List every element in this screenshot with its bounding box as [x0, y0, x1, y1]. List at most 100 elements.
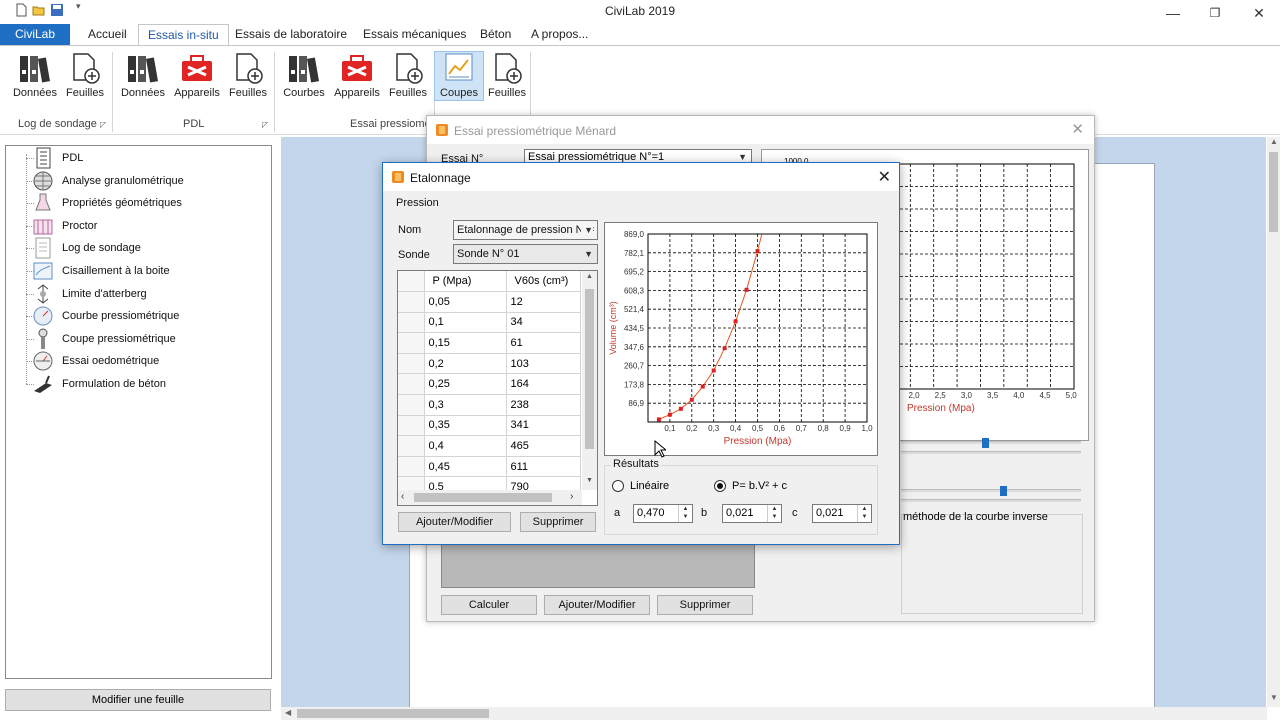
ajouter-modifier-back-button[interactable]: Ajouter/Modifier — [544, 595, 650, 615]
cell-pressure[interactable]: 0,2 — [424, 353, 507, 375]
cell-volume[interactable]: 341 — [506, 415, 581, 437]
tree-item[interactable]: Courbe pressiométrique — [26, 305, 179, 327]
ribbon-feuilles-coupes-button[interactable]: Feuilles — [482, 52, 532, 99]
row-header[interactable] — [398, 373, 425, 396]
scroll-left-icon[interactable]: ◀ — [285, 708, 291, 717]
b-spinner[interactable]: 0,021 ▲ ▼ — [722, 504, 782, 523]
tree-item[interactable]: Log de sondage — [26, 237, 141, 259]
tab-essais-mecaniques[interactable]: Essais mécaniques — [354, 24, 475, 46]
cell-volume[interactable]: 61 — [506, 332, 581, 354]
ribbon-coupes-button[interactable]: Coupes — [434, 51, 484, 101]
row-header[interactable] — [398, 435, 425, 457]
a-spinner[interactable]: 0,470 ▲ ▼ — [633, 504, 693, 523]
scroll-thumb[interactable] — [414, 493, 552, 502]
scroll-up-icon[interactable]: ▲ — [586, 273, 593, 280]
vertical-scrollbar[interactable]: ▲ ▼ — [1267, 137, 1280, 707]
cell-pressure[interactable]: 0,25 — [424, 373, 507, 396]
tree-item[interactable]: Essai oedométrique — [26, 350, 159, 372]
ribbon-appareils-pdl-button[interactable]: Appareils — [172, 52, 222, 99]
cell-pressure[interactable]: 0,05 — [424, 291, 507, 313]
cell-volume[interactable]: 34 — [506, 312, 581, 334]
table-row[interactable]: 0,1 34 — [398, 312, 581, 334]
cell-pressure[interactable]: 0,4 — [424, 435, 507, 457]
cell-volume[interactable]: 238 — [506, 394, 581, 416]
table-row[interactable]: 0,3 238 — [398, 394, 581, 416]
tree-item[interactable]: Formulation de béton — [26, 373, 166, 395]
tab-essais-in-situ[interactable]: Essais in-situ — [138, 24, 229, 46]
cell-pressure[interactable]: 0,35 — [424, 415, 507, 437]
table-row[interactable]: 0,45 611 — [398, 456, 581, 478]
tree-item[interactable]: Proctor — [26, 215, 97, 237]
table-row[interactable]: 0,25 164 — [398, 373, 581, 396]
scroll-right-icon[interactable]: › — [570, 491, 573, 502]
cell-volume[interactable]: 465 — [506, 435, 581, 457]
slider-track[interactable] — [901, 489, 1081, 492]
group-launcher-icon[interactable]: ◸ — [262, 120, 268, 129]
table-row[interactable]: 0,35 341 — [398, 415, 581, 437]
scroll-thumb[interactable] — [585, 289, 594, 449]
ribbon-feuilles-pdl-button[interactable]: Feuilles — [223, 52, 273, 99]
close-window-icon[interactable]: ✕ — [1071, 120, 1084, 138]
radio-lineaire[interactable]: Linéaire — [612, 480, 669, 492]
radio-polynomial[interactable]: P= b.V² + c — [714, 480, 787, 492]
ribbon-donnees-pdl-button[interactable]: Données — [118, 52, 168, 99]
slider-thumb[interactable] — [982, 438, 989, 448]
scroll-left-icon[interactable]: ‹ — [401, 491, 404, 502]
row-header[interactable] — [398, 312, 425, 334]
supprimer-back-button[interactable]: Supprimer — [657, 595, 753, 615]
spin-arrows-icon[interactable]: ▲ ▼ — [678, 505, 692, 522]
cell-volume[interactable]: 611 — [506, 456, 581, 478]
cell-pressure[interactable]: 0,1 — [424, 312, 507, 334]
scroll-down-icon[interactable]: ▼ — [586, 477, 593, 484]
tree-item[interactable]: Limite d'atterberg — [26, 283, 147, 305]
group-launcher-icon[interactable]: ◸ — [100, 120, 106, 129]
cell-volume[interactable]: 103 — [506, 353, 581, 375]
c-spinner[interactable]: 0,021 ▲ ▼ — [812, 504, 872, 523]
horizontal-scrollbar[interactable]: ◀ — [281, 707, 1267, 720]
spin-arrows-icon[interactable]: ▲ ▼ — [767, 505, 781, 522]
row-header[interactable] — [398, 394, 425, 416]
cell-pressure[interactable]: 0,3 — [424, 394, 507, 416]
close-dialog-icon[interactable]: ✕ — [878, 167, 891, 187]
scroll-thumb[interactable] — [1269, 152, 1278, 232]
ribbon-feuilles-pressio-button[interactable]: Feuilles — [383, 52, 433, 99]
row-header[interactable] — [398, 415, 425, 437]
nom-select[interactable]: Etalonnage de pression N°= ▼ — [453, 220, 598, 240]
tab-civilab[interactable]: CiviLab — [0, 24, 70, 46]
table-horizontal-scrollbar[interactable]: ‹ › — [398, 490, 582, 505]
calculer-button[interactable]: Calculer — [441, 595, 537, 615]
ribbon-courbes-button[interactable]: Courbes — [279, 52, 329, 99]
slider-thumb[interactable] — [1000, 486, 1007, 496]
ribbon-donnees-log-button[interactable]: Données — [10, 52, 60, 99]
modifier-feuille-button[interactable]: Modifier une feuille — [5, 689, 271, 711]
tree-item[interactable]: Propriétés géométriques — [26, 192, 182, 214]
row-header[interactable] — [398, 353, 425, 375]
supprimer-button[interactable]: Supprimer — [520, 512, 596, 532]
table-row[interactable]: 0,4 465 — [398, 435, 581, 457]
spin-arrows-icon[interactable]: ▲ ▼ — [857, 505, 871, 522]
table-row[interactable]: 0,2 103 — [398, 353, 581, 375]
sonde-select[interactable]: Sonde N° 01 ▼ — [453, 244, 598, 264]
scroll-down-icon[interactable]: ▼ — [1270, 693, 1278, 702]
tab-beton[interactable]: Béton — [471, 24, 520, 46]
tab-a-propos[interactable]: A propos... — [522, 24, 597, 46]
cell-pressure[interactable]: 0,45 — [424, 456, 507, 478]
slider-track[interactable] — [901, 441, 1081, 444]
scroll-up-icon[interactable]: ▲ — [1270, 137, 1278, 146]
table-row[interactable]: 0,15 61 — [398, 332, 581, 354]
row-header[interactable] — [398, 332, 425, 354]
tree-item[interactable]: Coupe pressiométrique — [26, 328, 176, 350]
scroll-thumb[interactable] — [297, 709, 489, 718]
tab-accueil[interactable]: Accueil — [79, 24, 136, 46]
ribbon-appareils-pressio-button[interactable]: Appareils — [332, 52, 382, 99]
row-header[interactable] — [398, 291, 425, 313]
column-header-p[interactable]: P (Mpa) — [424, 271, 507, 293]
row-header[interactable] — [398, 456, 425, 478]
column-header-v60s[interactable]: V60s (cm³) — [506, 271, 581, 293]
tree-item[interactable]: PDL — [26, 147, 83, 169]
table-vertical-scrollbar[interactable]: ▲ ▼ — [582, 271, 597, 490]
tree-item[interactable]: Analyse granulométrique — [26, 170, 184, 192]
ajouter-modifier-button[interactable]: Ajouter/Modifier — [398, 512, 511, 532]
tree-item[interactable]: Cisaillement à la boite — [26, 260, 170, 282]
cell-pressure[interactable]: 0,15 — [424, 332, 507, 354]
